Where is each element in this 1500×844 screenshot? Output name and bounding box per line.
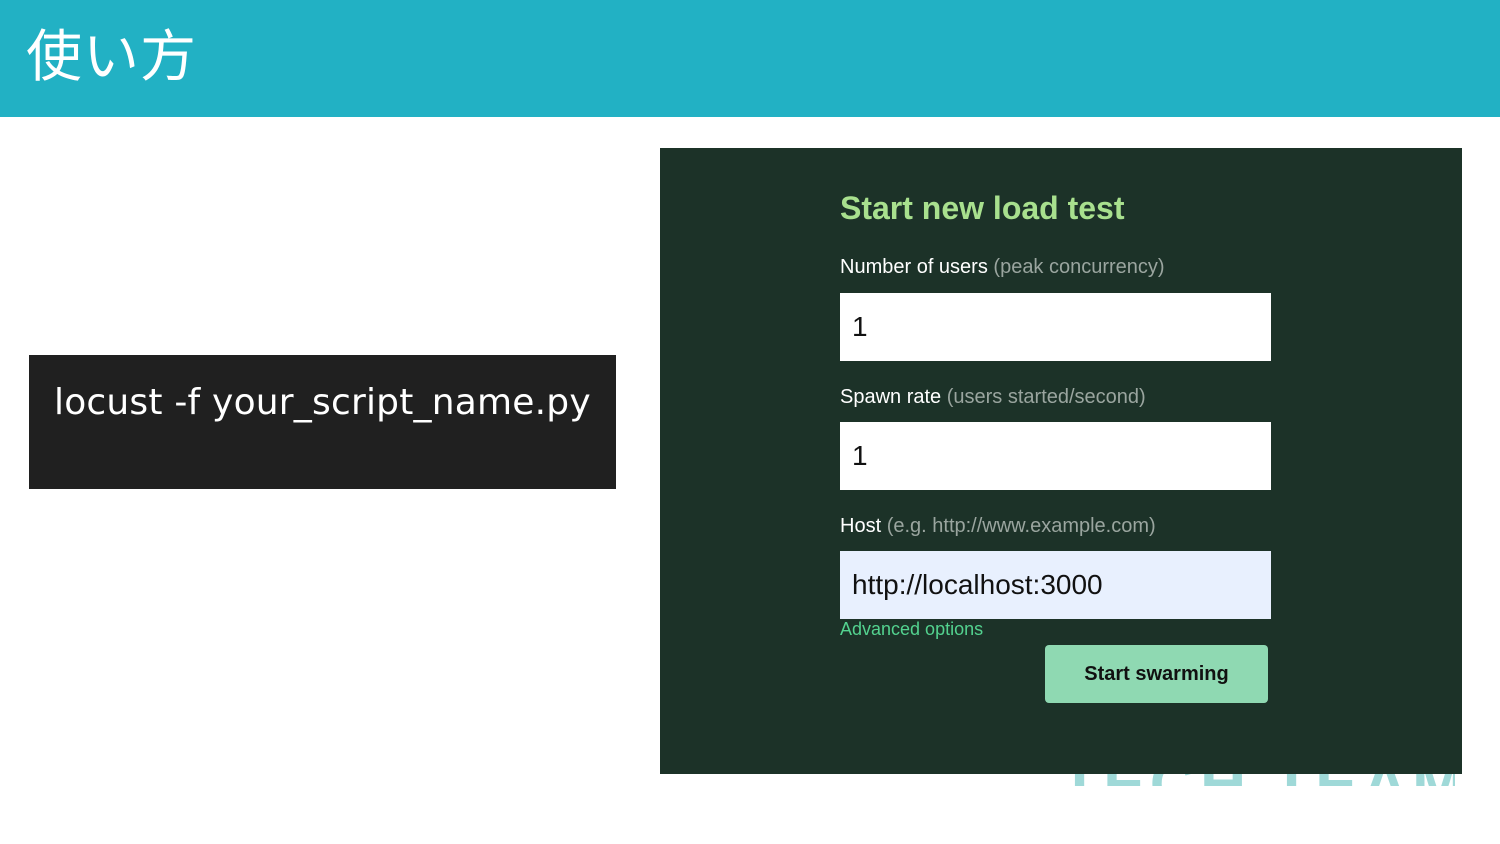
users-hint: (peak concurrency) [993,256,1165,278]
form-title: Start new load test [840,190,1125,226]
spawn-rate-label: Spawn rate (users started/second) [840,385,1146,409]
users-label-text: Number of users [840,256,988,278]
slide-title: 使い方 [26,25,197,90]
users-label: Number of users (peak concurrency) [840,255,1165,279]
spawn-rate-input[interactable] [840,422,1271,490]
start-swarming-button[interactable]: Start swarming [1045,645,1268,703]
host-label: Host (e.g. http://www.example.com) [840,514,1156,538]
host-input[interactable] [840,551,1271,619]
command-text: locust -f your_script_name.py [54,382,591,423]
slide-header: 使い方 [0,0,1500,117]
host-hint: (e.g. http://www.example.com) [886,515,1156,537]
command-box: locust -f your_script_name.py [29,355,616,489]
advanced-options-link[interactable]: Advanced options [840,618,983,640]
locust-form-screenshot: Start new load test Number of users (pea… [660,148,1462,774]
host-label-text: Host [840,515,882,537]
spawn-rate-hint: (users started/second) [946,386,1146,408]
users-input[interactable] [840,293,1271,361]
spawn-rate-label-text: Spawn rate [840,386,942,408]
